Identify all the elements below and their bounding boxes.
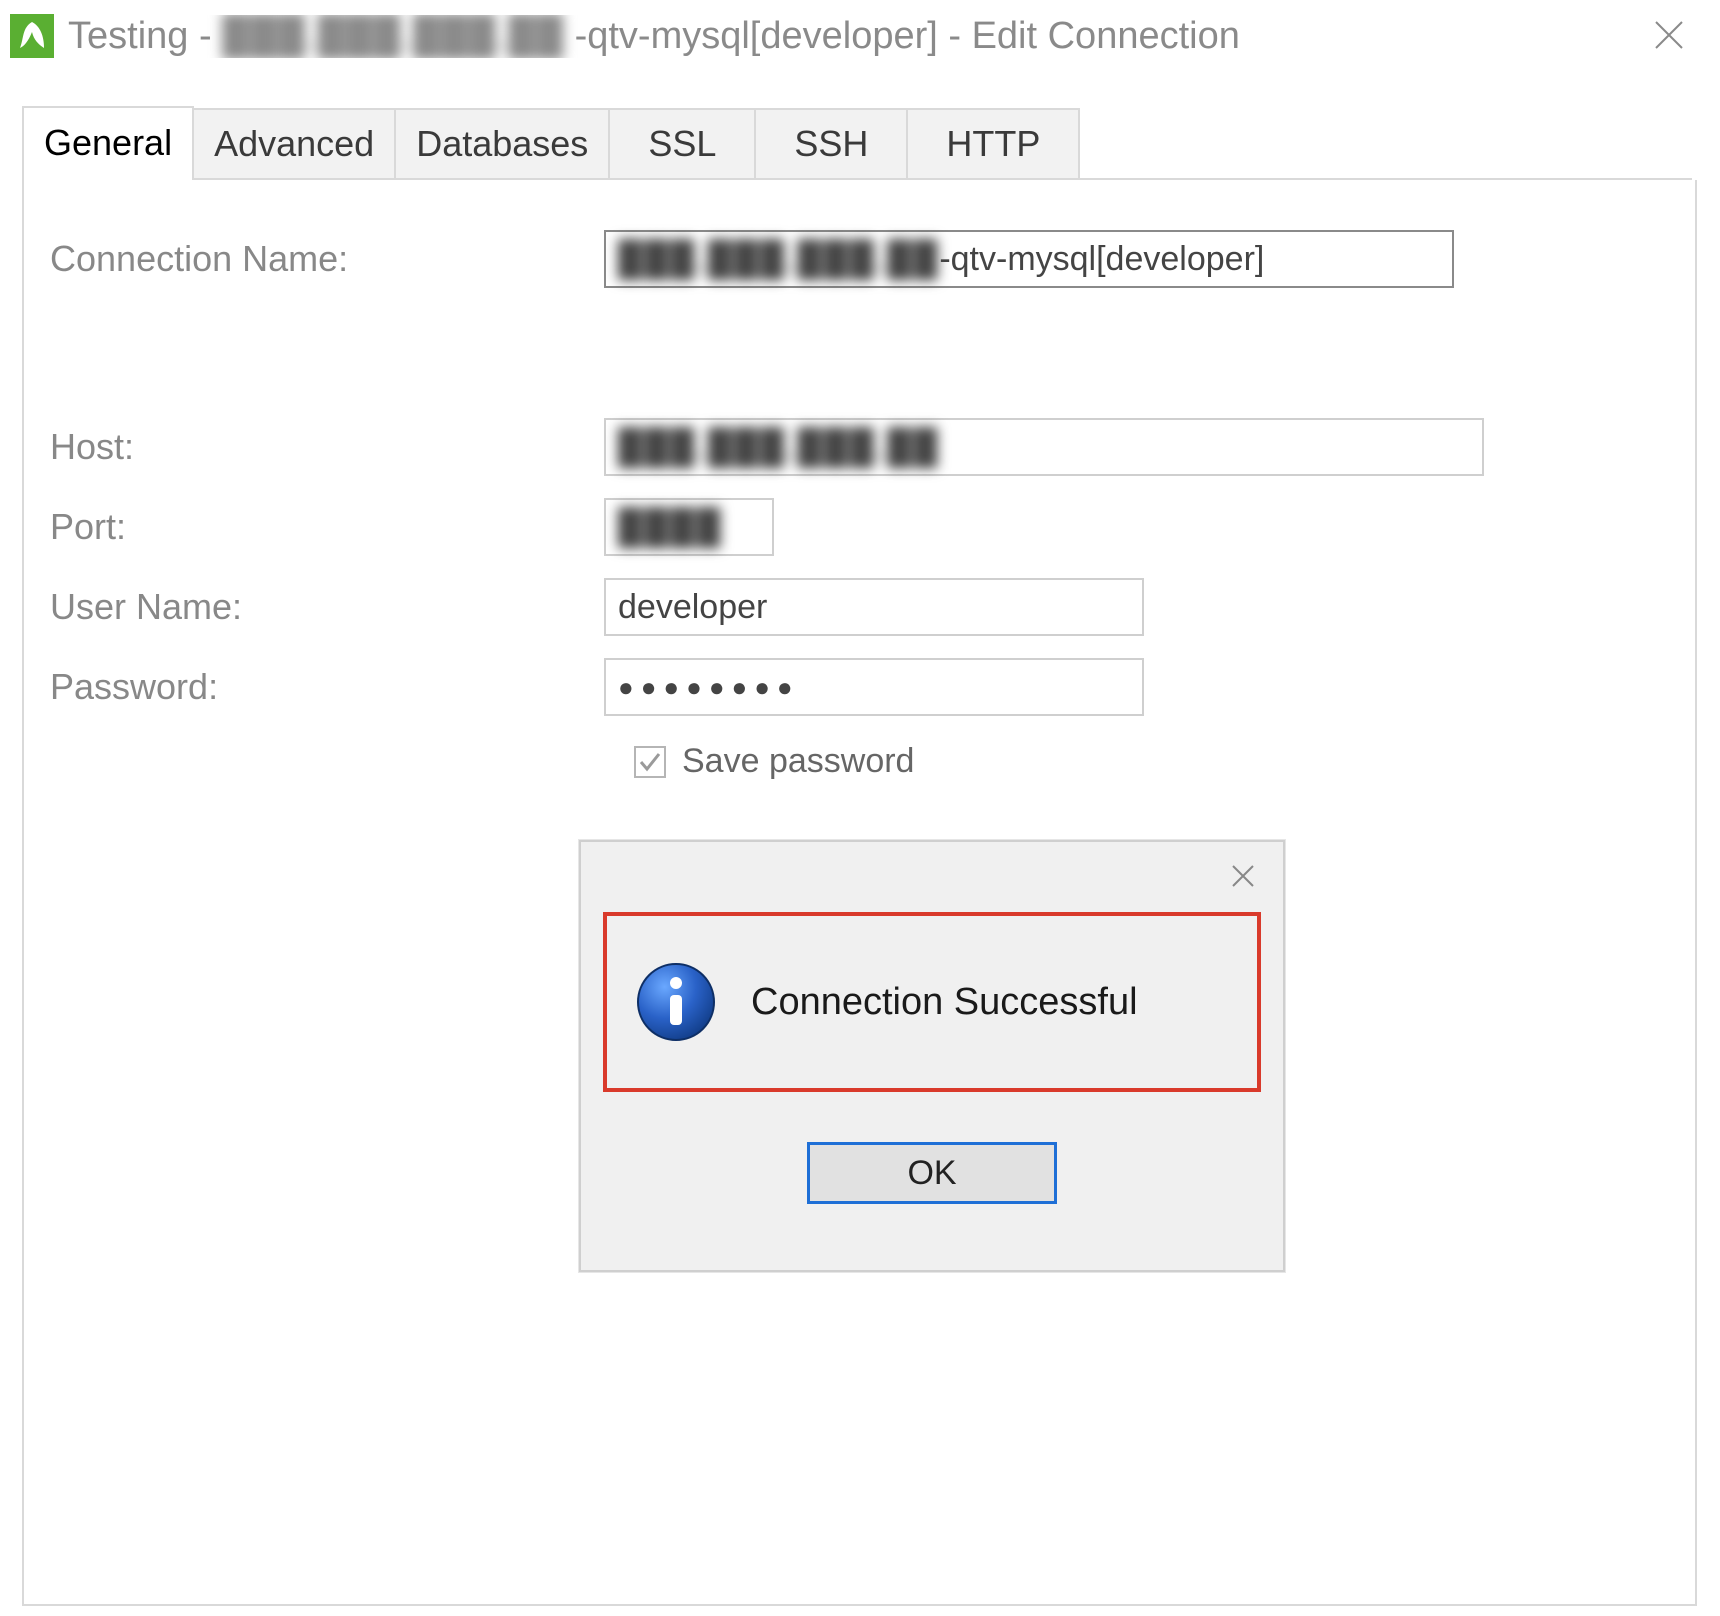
window-title-prefix: Testing - <box>68 15 222 57</box>
row-user: User Name: developer <box>24 578 1144 636</box>
tab-label: General <box>44 122 172 164</box>
save-password-checkbox[interactable] <box>634 746 666 778</box>
input-user[interactable]: developer <box>604 578 1144 636</box>
tab-http[interactable]: HTTP <box>906 108 1080 178</box>
tab-databases[interactable]: Databases <box>394 108 610 178</box>
general-panel: Connection Name: ███.███.███.██-qtv-mysq… <box>22 180 1697 1606</box>
save-password-checkbox-wrap: Save password <box>634 742 914 781</box>
tab-label: SSH <box>794 123 868 165</box>
check-icon <box>638 750 662 774</box>
window-close-button[interactable] <box>1644 10 1694 60</box>
dialog-close-button[interactable] <box>1221 854 1265 898</box>
row-port: Port: ████ <box>24 498 774 556</box>
input-connection-name[interactable]: ███.███.███.██-qtv-mysql[developer] <box>604 230 1454 288</box>
tab-strip: General Advanced Databases SSL SSH HTTP <box>22 108 1692 180</box>
dialog-footer: OK <box>581 1120 1283 1270</box>
label-port: Port: <box>24 506 604 548</box>
close-icon <box>1652 18 1686 52</box>
row-connection-name: Connection Name: ███.███.███.██-qtv-mysq… <box>24 230 1454 288</box>
tab-general[interactable]: General <box>22 106 194 178</box>
app-icon <box>10 14 54 58</box>
dialog-message: Connection Successful <box>751 981 1138 1024</box>
input-password[interactable]: ●●●●●●●● <box>604 658 1144 716</box>
tab-ssh[interactable]: SSH <box>754 108 908 178</box>
window-title: Testing - ███.███.███.██ -qtv-mysql[deve… <box>68 15 1240 58</box>
dialog-body: Connection Successful <box>603 912 1261 1092</box>
row-save-password: Save password <box>24 742 914 781</box>
port-value: ████ <box>618 506 722 548</box>
user-value: developer <box>618 588 767 626</box>
ok-button-label: OK <box>907 1154 956 1193</box>
tab-label: HTTP <box>946 123 1040 165</box>
host-value: ███.███.███.██ <box>618 426 939 468</box>
connection-result-dialog: Connection Successful OK <box>579 840 1285 1272</box>
password-mask: ●●●●●●●● <box>618 672 800 702</box>
tab-label: SSL <box>648 123 716 165</box>
label-password: Password: <box>24 666 604 708</box>
window-title-ip: ███.███.███.██ <box>222 15 564 58</box>
save-password-label: Save password <box>682 742 914 781</box>
row-password: Password: ●●●●●●●● <box>24 658 1144 716</box>
window-title-suffix: -qtv-mysql[developer] - Edit Connection <box>575 15 1240 57</box>
label-host: Host: <box>24 426 604 468</box>
input-host[interactable]: ███.███.███.██ <box>604 418 1484 476</box>
tab-label: Advanced <box>214 123 374 165</box>
titlebar: Testing - ███.███.███.██ -qtv-mysql[deve… <box>0 0 1720 72</box>
input-port[interactable]: ████ <box>604 498 774 556</box>
row-host: Host: ███.███.███.██ <box>24 418 1484 476</box>
close-icon <box>1230 863 1256 889</box>
connection-name-ip: ███.███.███.██ <box>618 238 939 280</box>
tab-ssl[interactable]: SSL <box>608 108 756 178</box>
label-connection-name: Connection Name: <box>24 238 604 280</box>
edit-connection-window: Testing - ███.███.███.██ -qtv-mysql[deve… <box>0 0 1720 1616</box>
info-icon <box>635 961 717 1043</box>
tab-advanced[interactable]: Advanced <box>192 108 396 178</box>
ok-button[interactable]: OK <box>807 1142 1057 1204</box>
tab-label: Databases <box>416 123 588 165</box>
label-user: User Name: <box>24 586 604 628</box>
connection-name-suffix: -qtv-mysql[developer] <box>939 240 1264 278</box>
